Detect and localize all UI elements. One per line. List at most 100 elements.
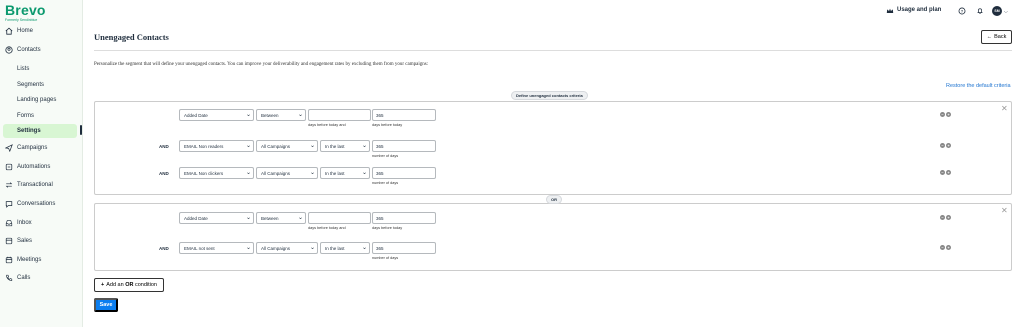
- or-separator-pill: OR: [546, 195, 562, 204]
- number-of-days-input[interactable]: 365: [372, 140, 436, 152]
- number-of-days-input[interactable]: 365: [372, 167, 436, 179]
- remove-row-icon[interactable]: −: [940, 245, 945, 250]
- sidebar-item-label: Forms: [17, 113, 34, 119]
- inbox-icon: [5, 220, 13, 227]
- remove-row-icon[interactable]: −: [940, 215, 945, 220]
- sidebar-item-lists[interactable]: Lists: [0, 62, 83, 76]
- restore-default-criteria-link[interactable]: Restore the default criteria: [946, 83, 1011, 89]
- sidebar-item-automations[interactable]: Automations: [0, 160, 83, 174]
- avatar[interactable]: SM: [992, 6, 1002, 16]
- add-row-icon[interactable]: +: [946, 245, 951, 250]
- days-to-value: 365: [376, 215, 384, 221]
- sidebar-item-meetings[interactable]: Meetings: [0, 253, 83, 267]
- chevron-down-icon: ⌄: [297, 112, 303, 118]
- sales-icon: [5, 237, 13, 245]
- chevron-down-icon: ⌄: [309, 245, 315, 251]
- field-select[interactable]: EMAIL not sent ⌄: [179, 242, 254, 254]
- period-select[interactable]: In the last ⌄: [320, 140, 370, 152]
- back-button[interactable]: ← Back: [981, 30, 1012, 44]
- sidebar-item-contacts[interactable]: Contacts: [0, 43, 83, 57]
- field-select[interactable]: EMAIL Non clickers ⌄: [179, 167, 254, 179]
- field-select-value: EMAIL not sent: [184, 245, 215, 251]
- app: Brevo Formerly Sendinblue Home Contacts …: [0, 0, 1024, 327]
- criteria-group-2: ✕ Added Date ⌄ Between ⌄ days before today…: [94, 203, 1012, 271]
- days-from-input[interactable]: [308, 212, 371, 224]
- and-label: AND: [159, 144, 169, 149]
- add-or-condition-button[interactable]: + Add an OR condition: [94, 278, 164, 292]
- period-select[interactable]: In the last ⌄: [320, 167, 370, 179]
- sidebar-item-forms[interactable]: Forms: [0, 109, 83, 123]
- chevron-down-icon: ⌄: [297, 215, 303, 221]
- chevron-down-icon[interactable]: ⌵: [1004, 9, 1008, 15]
- home-icon: [5, 27, 13, 35]
- page-title: Unengaged Contacts: [94, 32, 169, 42]
- number-of-days-input[interactable]: 365: [372, 242, 436, 254]
- period-select-value: In the last: [325, 170, 345, 176]
- days-to-input[interactable]: 365: [372, 109, 436, 121]
- sidebar-item-landing-pages[interactable]: Landing pages: [0, 93, 83, 107]
- add-row-icon[interactable]: +: [946, 215, 951, 220]
- chevron-down-icon: ⌄: [245, 245, 251, 251]
- sidebar-item-home[interactable]: Home: [0, 24, 83, 38]
- days-to-input[interactable]: 365: [372, 212, 436, 224]
- criteria-row: Added Date ⌄ Between ⌄ days before today a…: [95, 212, 1013, 234]
- operator-select[interactable]: Between ⌄: [256, 212, 306, 224]
- remove-row-icon[interactable]: −: [940, 112, 945, 117]
- number-of-days-hint: number of days: [372, 181, 399, 185]
- brand-logo[interactable]: Brevo Formerly Sendinblue: [5, 3, 46, 22]
- phone-icon: [6, 274, 13, 281]
- remove-row-icon[interactable]: −: [940, 143, 945, 148]
- sidebar-item-label: Home: [17, 28, 34, 34]
- add-row-icon[interactable]: +: [946, 143, 951, 148]
- sidebar-item-calls[interactable]: Calls: [0, 271, 83, 285]
- notification-bell-icon[interactable]: [976, 7, 984, 15]
- field-select[interactable]: Added Date ⌄: [179, 212, 254, 224]
- back-button-label: Back: [994, 34, 1007, 40]
- campaign-scope-value: All Campaigns: [261, 170, 291, 176]
- add-row-icon[interactable]: +: [946, 112, 951, 117]
- chevron-down-icon: ⌄: [245, 170, 251, 176]
- and-label: AND: [159, 171, 169, 176]
- usage-and-plan-link[interactable]: Usage and plan: [897, 7, 941, 13]
- operator-select-value: Between: [261, 215, 279, 221]
- sidebar-item-conversations[interactable]: Conversations: [0, 197, 83, 211]
- plus-icon: +: [101, 282, 105, 288]
- remove-row-icon[interactable]: −: [940, 170, 945, 175]
- row-actions: − +: [940, 112, 951, 117]
- campaign-scope-select[interactable]: All Campaigns ⌄: [256, 242, 318, 254]
- help-icon[interactable]: ?: [958, 7, 966, 15]
- period-select[interactable]: In the last ⌄: [320, 242, 370, 254]
- divider: [94, 50, 1012, 51]
- days-from-input[interactable]: [308, 109, 371, 121]
- field-select[interactable]: Added Date ⌄: [179, 109, 254, 121]
- sidebar-item-label: Calls: [17, 275, 31, 281]
- sidebar-item-sales[interactable]: Sales: [0, 234, 83, 248]
- sidebar-item-campaigns[interactable]: Campaigns: [0, 141, 83, 155]
- send-icon: [5, 144, 13, 152]
- add-row-icon[interactable]: +: [946, 170, 951, 175]
- number-of-days-hint: number of days: [372, 154, 399, 158]
- criteria-row: AND EMAIL not sent ⌄ All Campaigns ⌄ In th…: [95, 242, 1013, 264]
- row-actions: − +: [940, 143, 951, 148]
- sidebar-item-settings[interactable]: Settings: [3, 124, 77, 138]
- campaign-scope-select[interactable]: All Campaigns ⌄: [256, 167, 318, 179]
- field-select-value: Added Date: [184, 112, 208, 118]
- sidebar-item-label: Conversations: [17, 201, 56, 207]
- sidebar-item-label: Inbox: [17, 220, 32, 226]
- sidebar-item-segments[interactable]: Segments: [0, 78, 83, 92]
- operator-select[interactable]: Between ⌄: [256, 109, 306, 121]
- sidebar-item-label: Meetings: [17, 257, 42, 263]
- days-to-hint: days before today: [372, 226, 403, 230]
- campaign-scope-select[interactable]: All Campaigns ⌄: [256, 140, 318, 152]
- chevron-down-icon: ⌄: [361, 170, 367, 176]
- number-of-days-value: 365: [376, 143, 384, 149]
- chat-icon: [5, 201, 13, 208]
- svg-text:?: ?: [961, 8, 964, 13]
- field-select[interactable]: EMAIL Non readers ⌄: [179, 140, 254, 152]
- sidebar-item-transactional[interactable]: Transactional: [0, 178, 83, 192]
- save-button[interactable]: Save: [94, 298, 118, 312]
- field-select-value: Added Date: [184, 215, 208, 221]
- sidebar-item-inbox[interactable]: Inbox: [0, 216, 83, 230]
- chevron-down-icon: ⌄: [361, 245, 367, 251]
- row-actions: − +: [940, 245, 951, 250]
